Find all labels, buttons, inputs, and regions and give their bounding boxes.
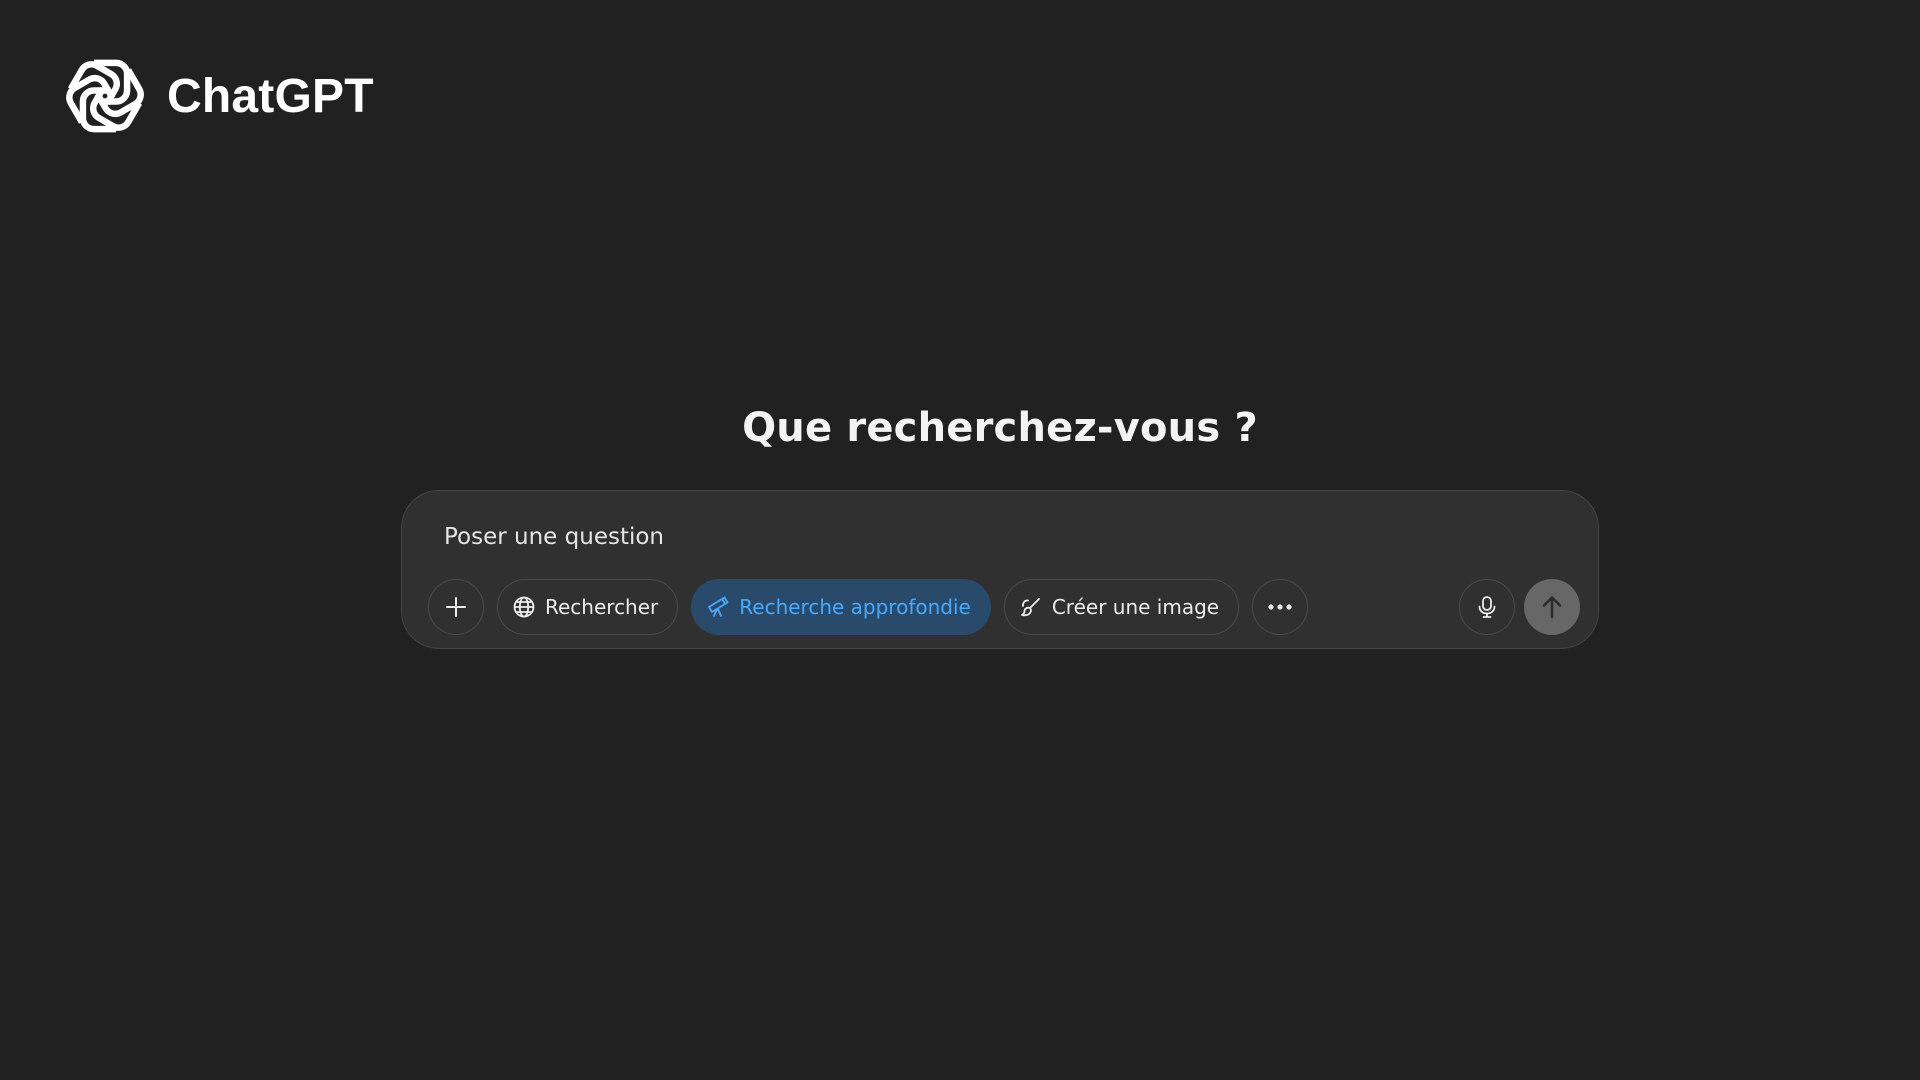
voice-input-button[interactable] <box>1459 579 1515 635</box>
plus-icon <box>446 597 466 617</box>
brand-name: ChatGPT <box>167 69 374 123</box>
openai-logo-icon <box>66 59 144 133</box>
search-tool-button[interactable]: Rechercher <box>497 579 679 635</box>
page: ChatGPT Que recherchez-vous ? Reche <box>0 0 1920 1080</box>
prompt-input[interactable] <box>442 517 1546 557</box>
deep-research-tool-label: Recherche approfondie <box>739 595 971 619</box>
composer-right-tools <box>1459 579 1580 635</box>
telescope-icon <box>706 595 730 619</box>
page-title: Que recherchez-vous ? <box>742 405 1258 451</box>
search-tool-label: Rechercher <box>545 595 659 619</box>
composer: Rechercher Recherche approfondie <box>401 490 1599 649</box>
create-image-tool-label: Créer une image <box>1051 595 1220 619</box>
create-image-tool-button[interactable]: Créer une image <box>1003 579 1240 635</box>
paint-brush-icon <box>1019 595 1043 619</box>
attach-button[interactable] <box>428 579 484 635</box>
arrow-up-icon <box>1542 596 1562 619</box>
microphone-icon <box>1478 596 1496 618</box>
deep-research-tool-button[interactable]: Recherche approfondie <box>691 579 991 635</box>
send-button[interactable] <box>1524 579 1580 635</box>
ellipsis-icon <box>1268 604 1292 610</box>
more-tools-button[interactable] <box>1252 579 1309 635</box>
composer-toolbar: Rechercher Recherche approfondie Créer u… <box>428 579 1309 635</box>
brand[interactable]: ChatGPT <box>59 50 374 142</box>
globe-icon <box>512 595 536 619</box>
